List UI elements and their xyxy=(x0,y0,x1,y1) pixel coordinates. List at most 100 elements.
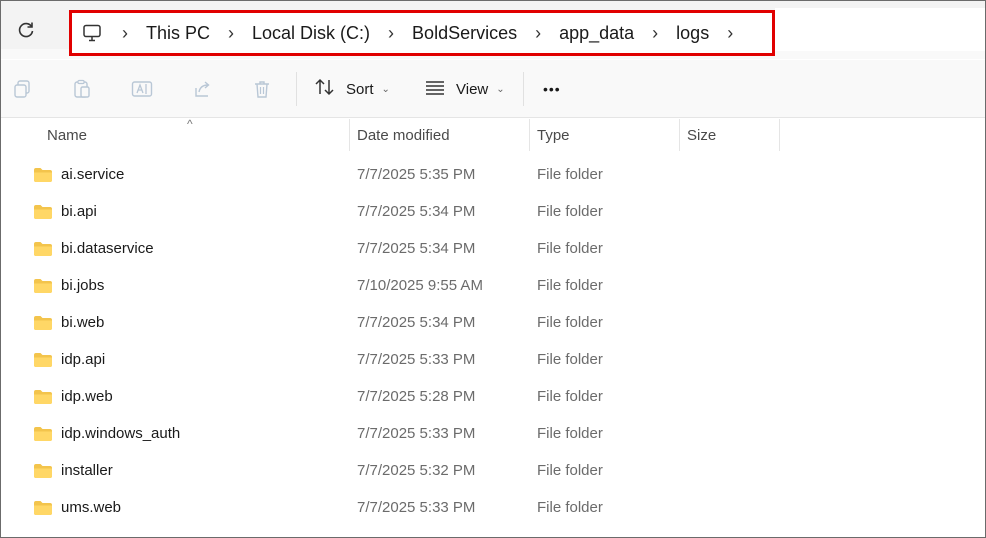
column-header-date[interactable]: Date modified xyxy=(357,119,450,151)
copy-icon[interactable] xyxy=(11,78,33,100)
file-date: 7/7/2025 5:34 PM xyxy=(357,314,476,331)
more-icon: ••• xyxy=(543,81,561,97)
file-date: 7/7/2025 5:33 PM xyxy=(357,499,476,516)
list-item[interactable]: ums.web 7/7/2025 5:33 PM File folder xyxy=(1,489,985,526)
file-date: 7/7/2025 5:34 PM xyxy=(357,240,476,257)
file-name: ums.web xyxy=(61,499,122,516)
column-resize-handle[interactable] xyxy=(679,119,680,151)
file-name-cell: ums.web xyxy=(33,489,121,526)
chevron-right-icon[interactable]: › xyxy=(640,23,670,44)
file-date: 7/7/2025 5:32 PM xyxy=(357,462,476,479)
list-item[interactable]: bi.jobs 7/10/2025 9:55 AM File folder xyxy=(1,267,985,304)
chevron-right-icon[interactable]: › xyxy=(523,23,553,44)
list-item[interactable]: bi.dataservice 7/7/2025 5:34 PM File fol… xyxy=(1,230,985,267)
file-name-cell: bi.api xyxy=(33,193,97,230)
chevron-right-icon[interactable]: › xyxy=(216,23,246,44)
folder-icon xyxy=(33,426,53,442)
list-item[interactable]: idp.windows_auth 7/7/2025 5:33 PM File f… xyxy=(1,415,985,452)
column-resize-handle[interactable] xyxy=(529,119,530,151)
file-type: File folder xyxy=(537,203,603,220)
column-header-name-label: Name xyxy=(47,126,88,144)
column-resize-handle[interactable] xyxy=(779,119,780,151)
file-name: idp.web xyxy=(61,388,113,405)
share-icon[interactable] xyxy=(191,78,213,100)
file-name-cell: idp.api xyxy=(33,341,105,378)
chevron-right-icon[interactable]: › xyxy=(376,23,406,44)
file-name-cell: ai.service xyxy=(33,156,124,193)
column-header-row: ^ Name Date modified Type Size xyxy=(1,117,985,151)
breadcrumb[interactable]: › This PC › Local Disk (C:) › BoldServic… xyxy=(69,10,775,56)
view-label: View xyxy=(456,80,489,98)
breadcrumb-logs[interactable]: logs xyxy=(676,23,709,44)
file-name: idp.windows_auth xyxy=(61,425,181,442)
toolbar-divider xyxy=(296,72,297,106)
column-header-type-label: Type xyxy=(537,126,570,144)
file-name-cell: idp.windows_auth xyxy=(33,415,180,452)
file-type: File folder xyxy=(537,499,603,516)
file-date: 7/7/2025 5:33 PM xyxy=(357,425,476,442)
paste-icon[interactable] xyxy=(71,78,93,100)
toolbar-divider xyxy=(523,72,524,106)
list-item[interactable]: bi.api 7/7/2025 5:34 PM File folder xyxy=(1,193,985,230)
column-header-size-label: Size xyxy=(687,126,717,144)
breadcrumb-this-pc[interactable]: This PC xyxy=(146,23,210,44)
file-name-cell: idp.web xyxy=(33,378,113,415)
breadcrumb-local-disk[interactable]: Local Disk (C:) xyxy=(252,23,370,44)
more-options-button[interactable]: ••• xyxy=(543,74,561,104)
address-row: › This PC › Local Disk (C:) › BoldServic… xyxy=(1,1,985,59)
chevron-right-icon[interactable]: › xyxy=(715,23,745,44)
file-name: installer xyxy=(61,462,113,479)
file-name-cell: bi.dataservice xyxy=(33,230,154,267)
sort-label: Sort xyxy=(346,80,374,98)
file-date: 7/7/2025 5:34 PM xyxy=(357,203,476,220)
address-field-tail[interactable] xyxy=(775,8,985,51)
file-name: idp.api xyxy=(61,351,106,368)
list-item[interactable]: idp.api 7/7/2025 5:33 PM File folder xyxy=(1,341,985,378)
list-item[interactable]: bi.web 7/7/2025 5:34 PM File folder xyxy=(1,304,985,341)
sort-icon xyxy=(314,77,336,101)
chevron-down-icon: ⌄ xyxy=(381,83,390,95)
file-type: File folder xyxy=(537,388,603,405)
breadcrumb-app-data[interactable]: app_data xyxy=(559,23,634,44)
list-item[interactable]: ai.service 7/7/2025 5:35 PM File folder xyxy=(1,156,985,193)
file-type: File folder xyxy=(537,351,603,368)
command-bar: Sort ⌄ View ⌄ ••• xyxy=(1,60,985,118)
monitor-icon[interactable] xyxy=(82,22,104,44)
refresh-icon[interactable] xyxy=(13,17,39,43)
folder-icon xyxy=(33,241,53,257)
folder-icon xyxy=(33,167,53,183)
delete-icon[interactable] xyxy=(251,78,273,100)
list-item[interactable]: idp.web 7/7/2025 5:28 PM File folder xyxy=(1,378,985,415)
sort-button[interactable]: Sort ⌄ xyxy=(314,74,390,104)
file-name: bi.api xyxy=(61,203,97,220)
file-name-cell: bi.jobs xyxy=(33,267,104,304)
rename-icon[interactable] xyxy=(131,78,153,100)
folder-icon xyxy=(33,389,53,405)
file-type: File folder xyxy=(537,166,603,183)
column-header-size[interactable]: Size xyxy=(687,119,716,151)
view-button[interactable]: View ⌄ xyxy=(424,74,505,104)
file-name: bi.web xyxy=(61,314,105,331)
column-resize-handle[interactable] xyxy=(349,119,350,151)
file-date: 7/7/2025 5:33 PM xyxy=(357,351,476,368)
file-type: File folder xyxy=(537,277,603,294)
file-name: bi.dataservice xyxy=(61,240,154,257)
view-list-icon xyxy=(424,77,446,101)
file-type: File folder xyxy=(537,425,603,442)
list-item[interactable]: installer 7/7/2025 5:32 PM File folder xyxy=(1,452,985,489)
file-type: File folder xyxy=(537,240,603,257)
folder-icon xyxy=(33,463,53,479)
file-name: bi.jobs xyxy=(61,277,105,294)
column-header-name[interactable]: Name xyxy=(47,119,87,151)
file-name-cell: bi.web xyxy=(33,304,104,341)
column-header-type[interactable]: Type xyxy=(537,119,570,151)
folder-icon xyxy=(33,315,53,331)
folder-icon xyxy=(33,352,53,368)
chevron-right-icon[interactable]: › xyxy=(110,23,140,44)
folder-icon xyxy=(33,278,53,294)
breadcrumb-boldservices[interactable]: BoldServices xyxy=(412,23,517,44)
folder-icon xyxy=(33,500,53,516)
folder-icon xyxy=(33,204,53,220)
file-list: ai.service 7/7/2025 5:35 PM File folder … xyxy=(1,156,985,526)
file-type: File folder xyxy=(537,314,603,331)
